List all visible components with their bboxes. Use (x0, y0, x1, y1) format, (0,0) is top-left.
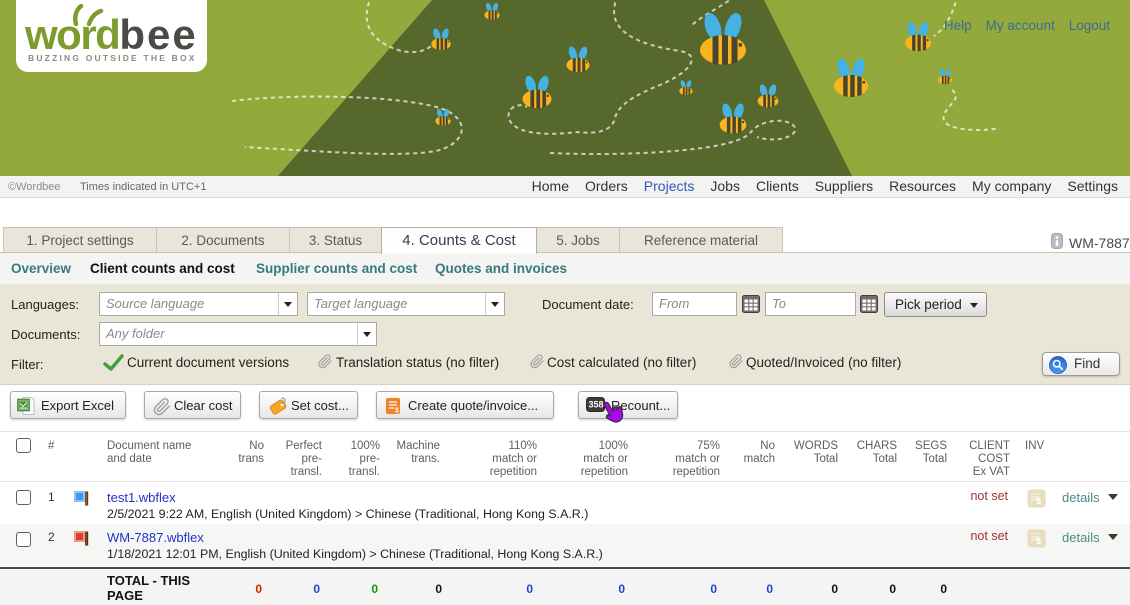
svg-text:$: $ (1036, 496, 1041, 506)
svg-text:$: $ (395, 408, 399, 415)
svg-text:$: $ (1036, 536, 1041, 546)
